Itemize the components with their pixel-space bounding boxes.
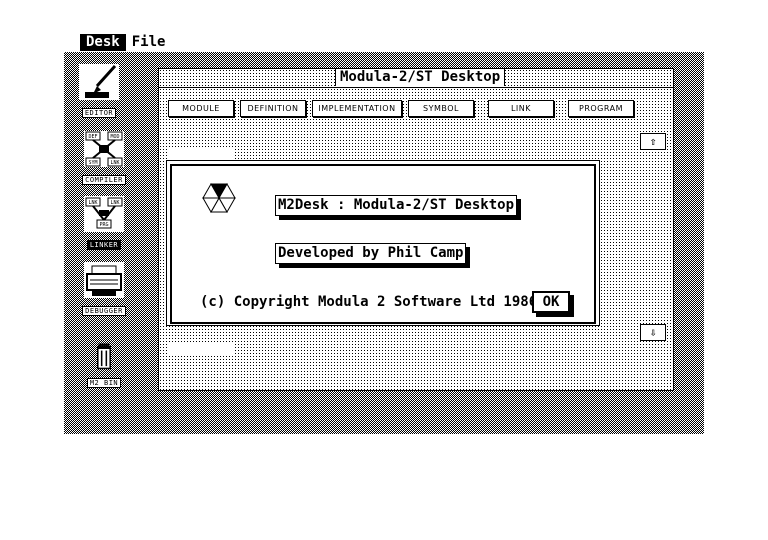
about-dialog-frame: M2Desk : Modula-2/ST Desktop Developed b… bbox=[170, 164, 596, 324]
tool-implementation-button[interactable]: IMPLEMENTATION bbox=[312, 100, 402, 117]
desktop-icon-linker[interactable]: LNK LNK PRG LINKER bbox=[76, 196, 132, 251]
linker-sublabel-lnk-2: LNK bbox=[110, 200, 119, 206]
tool-link-button[interactable]: LINK bbox=[488, 100, 554, 117]
scroll-down-arrow-icon[interactable]: ⇩ bbox=[640, 324, 666, 341]
desktop-icon-editor[interactable]: EDITOR bbox=[71, 64, 127, 119]
icon-label-compiler: COMPILER bbox=[82, 175, 126, 185]
editor-pen-icon bbox=[79, 64, 119, 100]
about-dialog: M2Desk : Modula-2/ST Desktop Developed b… bbox=[166, 160, 600, 326]
tool-definition-button[interactable]: DEFINITION bbox=[240, 100, 306, 117]
icon-label-m2-bin: M2 BIN bbox=[86, 378, 122, 388]
icon-label-debugger: DEBUGGER bbox=[82, 306, 126, 316]
tool-symbol-button[interactable]: SYMBOL bbox=[408, 100, 474, 117]
dialog-title-text: M2Desk : Modula-2/ST Desktop bbox=[275, 195, 518, 216]
scroll-up-arrow-icon[interactable]: ⇧ bbox=[640, 133, 666, 150]
window-title: Modula-2/ST Desktop bbox=[335, 69, 506, 86]
debugger-printer-icon bbox=[84, 262, 124, 298]
desktop-icon-debugger[interactable]: DEBUGGER bbox=[76, 262, 132, 317]
menu-bar: Desk File bbox=[80, 34, 171, 51]
hexagon-logo-icon bbox=[202, 182, 236, 214]
compiler-sublabel-sym: SYM bbox=[88, 160, 97, 166]
linker-icon: LNK LNK PRG bbox=[84, 196, 124, 232]
list-slot-bottom bbox=[169, 342, 233, 356]
desktop-icon-compiler[interactable]: DEF MOD SYM LNK COMPILER bbox=[76, 131, 132, 186]
icon-label-linker: LINKER bbox=[86, 240, 122, 250]
trash-bin-icon bbox=[97, 343, 111, 370]
compiler-sublabel-mod: MOD bbox=[110, 134, 119, 140]
compiler-icon: DEF MOD SYM LNK bbox=[84, 131, 124, 167]
tool-program-button[interactable]: PROGRAM bbox=[568, 100, 634, 117]
window-title-bar[interactable]: Modula-2/ST Desktop bbox=[159, 69, 673, 88]
tool-module-button[interactable]: MODULE bbox=[168, 100, 234, 117]
icon-label-editor: EDITOR bbox=[81, 108, 117, 118]
menu-desk[interactable]: Desk bbox=[80, 34, 126, 51]
dialog-author-text: Developed by Phil Camp bbox=[275, 243, 467, 264]
menu-file[interactable]: File bbox=[126, 34, 172, 51]
compiler-sublabel-def: DEF bbox=[88, 134, 97, 140]
linker-sublabel-prg: PRG bbox=[99, 222, 108, 228]
ok-button[interactable]: OK bbox=[532, 291, 570, 313]
dialog-copyright-text: (c) Copyright Modula 2 Software Ltd 1986 bbox=[200, 294, 538, 310]
linker-sublabel-lnk-1: LNK bbox=[88, 200, 97, 206]
desktop-icon-m2-bin[interactable]: M2 BIN bbox=[76, 342, 132, 389]
compiler-sublabel-lnk: LNK bbox=[110, 160, 119, 166]
